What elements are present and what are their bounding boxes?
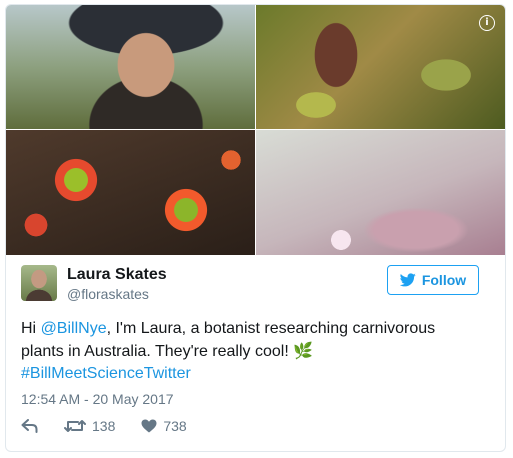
retweet-icon [64, 420, 86, 432]
photo-pitcher-plants[interactable]: i [256, 5, 505, 129]
avatar[interactable] [21, 265, 57, 301]
follow-label: Follow [421, 272, 467, 288]
photo-grid: i [6, 5, 505, 255]
photo-sundew-red[interactable] [6, 130, 255, 255]
herb-emoji: 🌿 [293, 341, 314, 360]
retweet-button[interactable]: 138 [64, 418, 115, 434]
tweet-timestamp[interactable]: 12:54 AM - 20 May 2017 [21, 391, 174, 407]
retweet-count: 138 [92, 418, 116, 434]
tweet-actions: 138 738 [21, 418, 213, 434]
reply-icon [21, 419, 38, 433]
twitter-bird-icon [399, 273, 416, 287]
reply-button[interactable] [21, 419, 38, 433]
tweet-text: Hi @BillNye, I'm Laura, a botanist resea… [21, 318, 481, 385]
follow-button[interactable]: Follow [387, 265, 479, 295]
mention-link[interactable]: @BillNye [41, 320, 107, 337]
hashtag-link[interactable]: #BillMeetScienceTwitter [21, 365, 191, 382]
like-count: 738 [163, 418, 187, 434]
heart-icon [141, 419, 157, 433]
tweet-prefix: Hi [21, 320, 41, 337]
author-name[interactable]: Laura Skates [67, 266, 167, 284]
info-icon[interactable]: i [479, 15, 495, 31]
author-handle[interactable]: @floraskates [67, 286, 149, 302]
photo-laura-portrait[interactable] [6, 5, 255, 129]
photo-sundew-pink[interactable] [256, 130, 505, 255]
like-button[interactable]: 738 [141, 418, 187, 434]
